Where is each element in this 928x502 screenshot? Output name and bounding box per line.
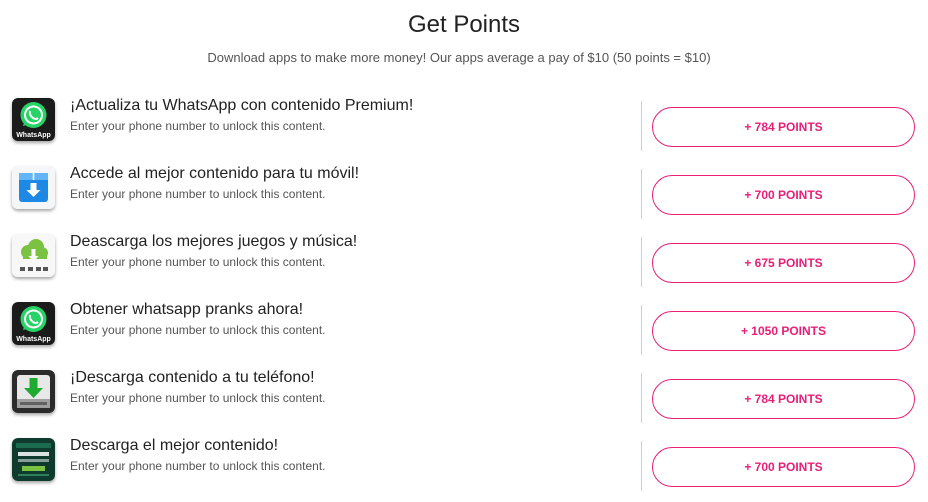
divider	[641, 441, 642, 491]
divider	[641, 305, 642, 355]
verification-screen-icon[interactable]	[12, 438, 55, 481]
offer-subtitle: Enter your phone number to unlock this c…	[70, 323, 326, 337]
points-button[interactable]: + 700 POINTS	[652, 175, 915, 215]
offer-item: Descarga el mejor contenido! Enter your …	[0, 434, 928, 502]
points-button[interactable]: + 675 POINTS	[652, 243, 915, 283]
drive-download-icon[interactable]	[12, 370, 55, 413]
points-button[interactable]: + 1050 POINTS	[652, 311, 915, 351]
offer-item: Deascarga los mejores juegos y música! E…	[0, 230, 928, 298]
whatsapp-icon[interactable]: WhatsApp	[12, 98, 55, 141]
offer-item: WhatsApp ¡Actualiza tu WhatsApp con cont…	[0, 94, 928, 162]
cloud-download-icon[interactable]	[12, 234, 55, 277]
offer-title: ¡Actualiza tu WhatsApp con contenido Pre…	[70, 97, 414, 114]
points-button[interactable]: + 784 POINTS	[652, 379, 915, 419]
offer-subtitle: Enter your phone number to unlock this c…	[70, 391, 326, 405]
whatsapp-icon-label: WhatsApp	[16, 336, 51, 343]
offer-title: Descarga el mejor contenido!	[70, 437, 279, 454]
divider	[641, 101, 642, 151]
points-button[interactable]: + 700 POINTS	[652, 447, 915, 487]
offer-subtitle: Enter your phone number to unlock this c…	[70, 119, 326, 133]
offer-title: ¡Descarga contenido a tu teléfono!	[70, 369, 315, 386]
divider	[641, 169, 642, 219]
offer-subtitle: Enter your phone number to unlock this c…	[70, 255, 326, 269]
whatsapp-icon-label: WhatsApp	[16, 132, 51, 139]
offer-item: Accede al mejor contenido para tu móvil!…	[0, 162, 928, 230]
whatsapp-icon[interactable]: WhatsApp	[12, 302, 55, 345]
offer-subtitle: Enter your phone number to unlock this c…	[70, 459, 326, 473]
points-button[interactable]: + 784 POINTS	[652, 107, 915, 147]
offer-list: WhatsApp ¡Actualiza tu WhatsApp con cont…	[0, 94, 928, 502]
offer-item: WhatsApp Obtener whatsapp pranks ahora! …	[0, 298, 928, 366]
page-title: Get Points	[407, 11, 521, 38]
offer-title: Obtener whatsapp pranks ahora!	[70, 301, 304, 318]
offer-item: ¡Descarga contenido a tu teléfono! Enter…	[0, 366, 928, 434]
page-subtitle: Download apps to make more money! Our ap…	[207, 50, 711, 65]
offer-subtitle: Enter your phone number to unlock this c…	[70, 187, 326, 201]
download-box-icon[interactable]	[12, 166, 55, 209]
divider	[641, 237, 642, 287]
offer-title: Accede al mejor contenido para tu móvil!	[70, 165, 360, 182]
offer-title: Deascarga los mejores juegos y música!	[70, 233, 358, 250]
divider	[641, 373, 642, 423]
